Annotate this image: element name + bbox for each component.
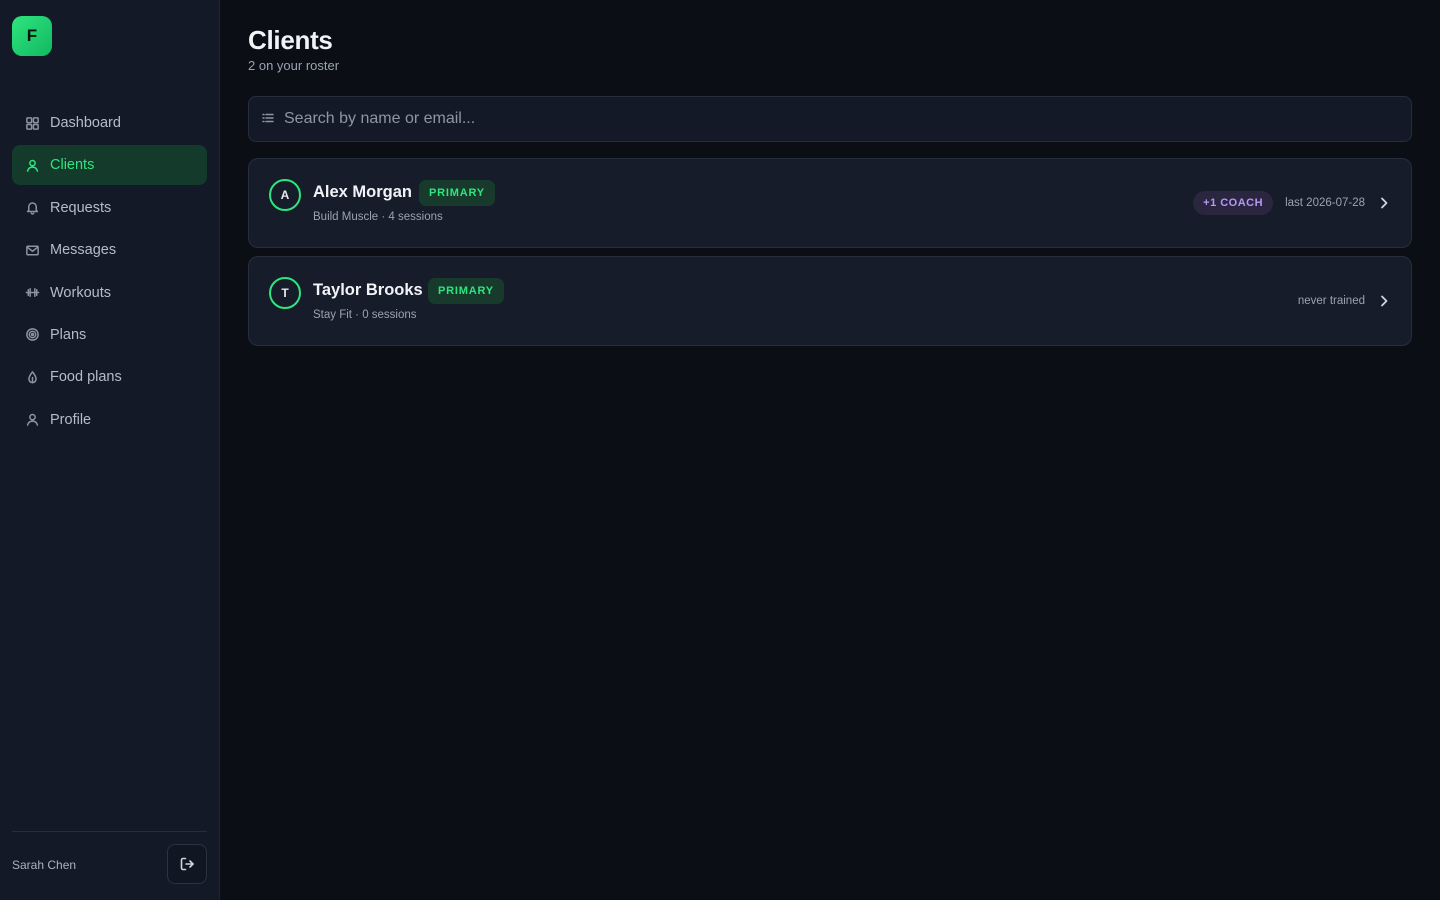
app-logo[interactable]: F — [12, 16, 52, 56]
logout-button[interactable] — [167, 844, 207, 884]
sidebar-item-label: Messages — [50, 242, 117, 259]
sidebar-item-plans[interactable]: Plans — [12, 315, 207, 355]
sidebar-item-label: Clients — [50, 157, 95, 174]
sidebar-item-clients[interactable]: Clients — [12, 145, 207, 186]
dumbbell-icon — [24, 285, 40, 301]
sidebar-item-dashboard[interactable]: Dashboard — [12, 103, 207, 143]
primary-badge: PRIMARY — [428, 278, 504, 304]
client-meta: Stay Fit · 0 sessions — [313, 309, 417, 321]
user-icon — [24, 157, 40, 173]
sidebar-footer: Sarah Chen — [12, 831, 207, 900]
client-name: Taylor Brooks — [313, 281, 423, 299]
sidebar-nav: Dashboard Clients Requests Messages Work… — [12, 103, 207, 442]
avatar: A — [269, 179, 301, 211]
primary-badge: PRIMARY — [419, 180, 495, 206]
sidebar-item-profile[interactable]: Profile — [12, 400, 207, 440]
client-status: +1 COACH last 2026-07-28 — [1193, 191, 1391, 215]
page-subtitle: 2 on your roster — [248, 58, 340, 73]
sidebar-item-workouts[interactable]: Workouts — [12, 273, 207, 313]
sidebar-item-label: Profile — [50, 411, 92, 428]
client-meta: Build Muscle · 4 sessions — [313, 211, 443, 223]
bell-icon — [24, 200, 40, 216]
sidebar: F Dashboard Clients Requests Messages Wo… — [0, 0, 220, 900]
sidebar-item-label: Food plans — [50, 369, 122, 386]
sidebar-item-label: Workouts — [50, 284, 111, 301]
client-status: never trained — [1298, 289, 1391, 313]
user-icon — [24, 412, 40, 428]
client-card-taylor-brooks[interactable]: T Taylor Brooks PRIMARY Stay Fit · 0 ses… — [248, 256, 1412, 346]
grid-icon — [24, 115, 40, 131]
coach-badge: +1 COACH — [1193, 191, 1274, 215]
sidebar-item-label: Requests — [50, 199, 112, 216]
user-name: Sarah Chen — [12, 858, 77, 872]
last-session: last 2026-07-28 — [1285, 197, 1365, 209]
page-title: Clients — [248, 25, 333, 55]
sidebar-item-food-plans[interactable]: Food plans — [12, 357, 207, 397]
sidebar-item-requests[interactable]: Requests — [12, 188, 207, 228]
client-name: Alex Morgan — [313, 183, 413, 201]
sidebar-item-messages[interactable]: Messages — [12, 230, 207, 270]
chevron-right-icon — [1377, 196, 1391, 210]
avatar: T — [269, 277, 301, 309]
search-bar — [248, 96, 1412, 142]
logout-icon — [179, 856, 195, 872]
last-session: never trained — [1297, 295, 1365, 307]
chevron-right-icon — [1377, 294, 1391, 308]
search-input[interactable] — [284, 110, 1411, 128]
list-icon — [262, 112, 276, 126]
client-card-alex-morgan[interactable]: A Alex Morgan PRIMARY Build Muscle · 4 s… — [248, 158, 1412, 248]
leaf-icon — [24, 369, 40, 385]
sidebar-item-label: Dashboard — [50, 115, 121, 131]
target-icon — [24, 327, 40, 343]
mail-icon — [24, 242, 40, 258]
sidebar-item-label: Plans — [50, 326, 87, 343]
